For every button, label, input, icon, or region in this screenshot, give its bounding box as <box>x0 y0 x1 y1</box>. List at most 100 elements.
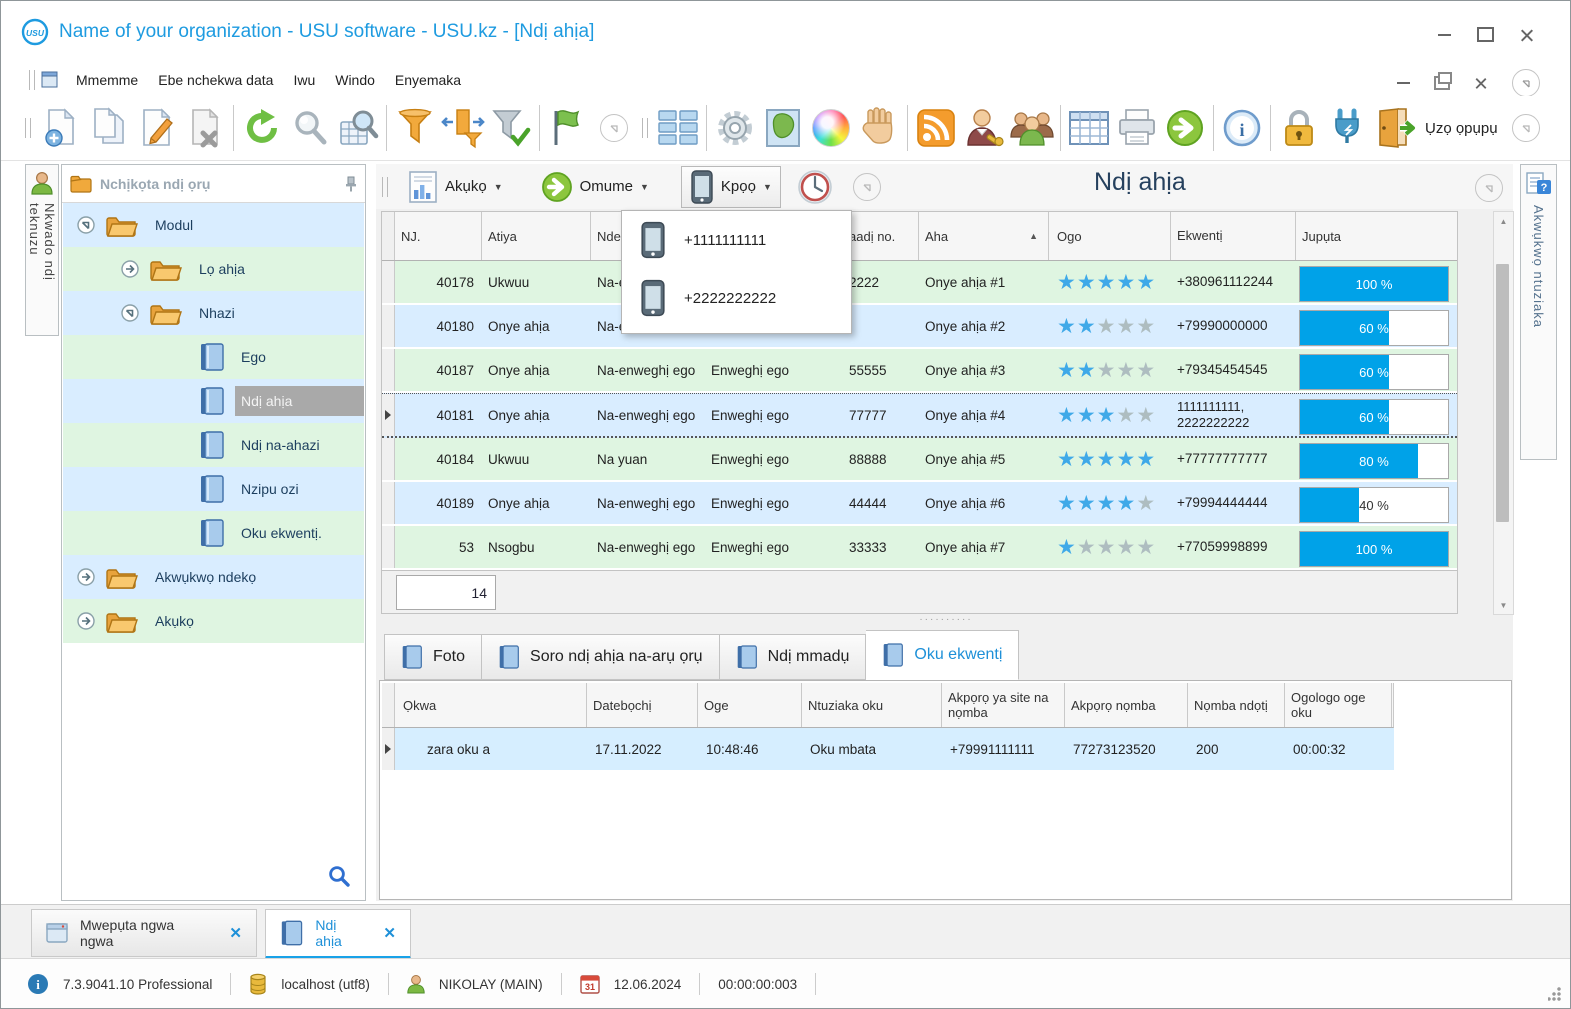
tree-item-akwukwo-ndeko[interactable]: Akwụkwọ ndekọ <box>63 555 364 599</box>
tree-item-label[interactable]: Ego <box>235 342 272 372</box>
collapse-icon[interactable] <box>121 260 139 278</box>
close-tab-icon[interactable]: ✕ <box>383 924 396 942</box>
window-tab-quick-launch[interactable]: Mwepụta ngwa ngwa ✕ <box>31 909 257 957</box>
filter-icon[interactable] <box>391 103 439 153</box>
panel-collapse-chevron-icon[interactable] <box>1475 174 1503 202</box>
pin-icon[interactable] <box>345 176 357 192</box>
rss-feed-icon[interactable] <box>912 103 960 153</box>
call-row-selected[interactable]: zara oku a 17.11.2022 10:48:46 Oku mbata… <box>382 728 1394 770</box>
refresh-icon[interactable] <box>238 103 286 153</box>
manual-side-tab[interactable]: ? Akwụkwọ ntuziaka <box>1520 164 1557 460</box>
table-grid-icon[interactable] <box>1065 103 1113 153</box>
mdi-restore-icon[interactable] <box>1434 72 1452 90</box>
column-header-duration[interactable]: Ogologo oge oku <box>1285 683 1392 727</box>
tree-item-label[interactable]: Nhazi <box>193 298 241 328</box>
toolbar-grip[interactable] <box>25 118 31 138</box>
tree-item-ndi-ahia[interactable]: Ndị ahịa <box>63 379 364 423</box>
menu-item-windo[interactable]: Windo <box>325 68 385 92</box>
expand-icon[interactable] <box>121 304 139 322</box>
tab-foto[interactable]: Foto <box>384 634 483 680</box>
call-button[interactable]: Kpọọ ▼ <box>680 165 781 208</box>
tree-item-label[interactable]: Ndị na-ahazi <box>235 430 326 460</box>
info-icon[interactable]: i <box>1218 103 1266 153</box>
column-header-atiya[interactable]: Atiya <box>482 212 591 260</box>
scroll-up-icon[interactable]: ▲ <box>1494 212 1513 230</box>
expand-icon[interactable] <box>77 216 95 234</box>
tree-item-ndi-na-ahazi[interactable]: Ndị na-ahazi <box>63 423 364 467</box>
exit-door-icon[interactable] <box>1371 103 1423 153</box>
search-icon[interactable] <box>286 103 334 153</box>
collapse-icon[interactable] <box>77 612 95 630</box>
customer-row[interactable]: 40180 Onye ahịa Na-enweghị ego Onye ahịa… <box>382 305 1457 349</box>
customer-row-selected[interactable]: 40181 Onye ahịa Na-enweghị ego Enweghị e… <box>382 393 1457 438</box>
actions-button[interactable]: Omume ▼ <box>533 167 657 207</box>
new-record-icon[interactable] <box>37 103 85 153</box>
tree-item-nhazi[interactable]: Nhazi <box>63 291 364 335</box>
tab-soro-ndi-ahia[interactable]: Soro ndị ahịa na-arụ ọrụ <box>482 634 720 680</box>
mdi-chevron-icon[interactable] <box>1512 69 1540 97</box>
customer-row[interactable]: 40178 Ukwuu Na-enweghị ego 2222 Onye ahị… <box>382 261 1457 305</box>
printer-icon[interactable] <box>1113 103 1161 153</box>
module-toolbar-chevron-icon[interactable] <box>852 172 881 201</box>
column-header-date[interactable]: Datebọchị <box>587 683 698 727</box>
column-header-ntuziaka[interactable]: Ntuziaka oku <box>802 683 942 727</box>
search-grid-icon[interactable] <box>334 103 382 153</box>
column-header-to[interactable]: Akpọrọ nọmba <box>1065 683 1188 727</box>
tree-item-nzipu-ozi[interactable]: Nzipu ozi <box>63 467 364 511</box>
column-header-okwa[interactable]: Ọkwa <box>395 683 587 727</box>
go-next-icon[interactable] <box>1161 103 1209 153</box>
minimize-icon[interactable] <box>1438 33 1451 36</box>
tree-item-lo-ahia[interactable]: Lọ ahịa <box>63 247 364 291</box>
menu-item-iwu[interactable]: Iwu <box>283 68 325 92</box>
customer-row[interactable]: 40189 Onye ahịa Na-enweghị ego Enweghị e… <box>382 482 1457 526</box>
hand-icon[interactable] <box>855 103 903 153</box>
sidebar-search-icon[interactable] <box>327 864 351 888</box>
layout-grid-icon[interactable] <box>654 103 702 153</box>
delete-record-icon[interactable] <box>181 103 229 153</box>
filter-columns-icon[interactable] <box>439 103 487 153</box>
menu-item-enyemaka[interactable]: Enyemaka <box>385 68 471 92</box>
column-header-phone[interactable]: Ekwentị <box>1171 212 1296 260</box>
call-dropdown-item[interactable]: +2222222222 <box>622 269 851 327</box>
mdi-close-icon[interactable] <box>1475 77 1488 90</box>
scroll-thumb[interactable] <box>1496 264 1509 522</box>
tree-item-label-selected[interactable]: Ndị ahịa <box>235 386 364 416</box>
tree-item-label[interactable]: Akụkọ <box>149 606 200 636</box>
tree-item-ego[interactable]: Ego <box>63 335 364 379</box>
maximize-icon[interactable] <box>1477 27 1494 42</box>
window-tab-customers[interactable]: Ndị ahịa ✕ <box>265 909 411 959</box>
filter-apply-icon[interactable] <box>487 103 535 153</box>
tree-item-oku-ekwenti[interactable]: Oku ekwentị. <box>63 511 364 555</box>
toolbar-more-chevron-icon[interactable] <box>600 114 628 142</box>
flag-icon[interactable] <box>544 103 592 153</box>
menu-grip[interactable] <box>29 69 35 90</box>
module-toolbar-grip[interactable] <box>382 176 388 197</box>
tab-ndi-mmadu[interactable]: Ndị mmadụ <box>719 634 867 680</box>
customer-row[interactable]: 40187 Onye ahịa Na-enweghị ego Enweghị e… <box>382 349 1457 393</box>
column-header-from[interactable]: Akpọrọ ya site na nọmba <box>942 683 1065 727</box>
timer-clock-icon[interactable] <box>793 162 837 212</box>
table-scrollbar[interactable]: ▲ ▼ <box>1493 211 1514 615</box>
tree-item-label[interactable]: Modul <box>149 210 199 240</box>
map-icon[interactable] <box>759 103 807 153</box>
menu-item-database[interactable]: Ebe nchekwa data <box>148 68 283 92</box>
tree-item-modul[interactable]: Modul <box>63 203 364 247</box>
column-header-juputa[interactable]: Jupụta <box>1296 212 1454 260</box>
toolbar-overflow-chevron-icon[interactable] <box>1511 114 1540 142</box>
edit-record-icon[interactable] <box>133 103 181 153</box>
color-wheel-icon[interactable] <box>807 103 855 153</box>
tree-item-label[interactable]: Oku ekwentị. <box>235 518 328 548</box>
user-key-icon[interactable] <box>960 103 1008 153</box>
tree-item-label[interactable]: Akwụkwọ ndekọ <box>149 562 262 592</box>
exit-label[interactable]: Ụzọ ọpụpụ <box>1425 120 1498 137</box>
settings-gear-icon[interactable] <box>711 103 759 153</box>
copy-record-icon[interactable] <box>85 103 133 153</box>
column-header-aha[interactable]: Aha ▲ <box>919 212 1049 260</box>
column-header-nj[interactable]: NJ. <box>395 212 482 260</box>
support-side-tab[interactable]: Nkwado ndị teknuzu <box>25 164 59 336</box>
column-header-ext[interactable]: Nọmba ndọtị <box>1188 683 1285 727</box>
customer-row[interactable]: 40184 Ukwuu Na yuan Enweghị ego 88888 On… <box>382 438 1457 482</box>
tree-item-akuko[interactable]: Akụkọ <box>63 599 364 643</box>
customer-row[interactable]: 53 Nsogbu Na-enweghị ego Enweghị ego 333… <box>382 526 1457 570</box>
column-header-ogo[interactable]: Ogo <box>1049 212 1171 260</box>
